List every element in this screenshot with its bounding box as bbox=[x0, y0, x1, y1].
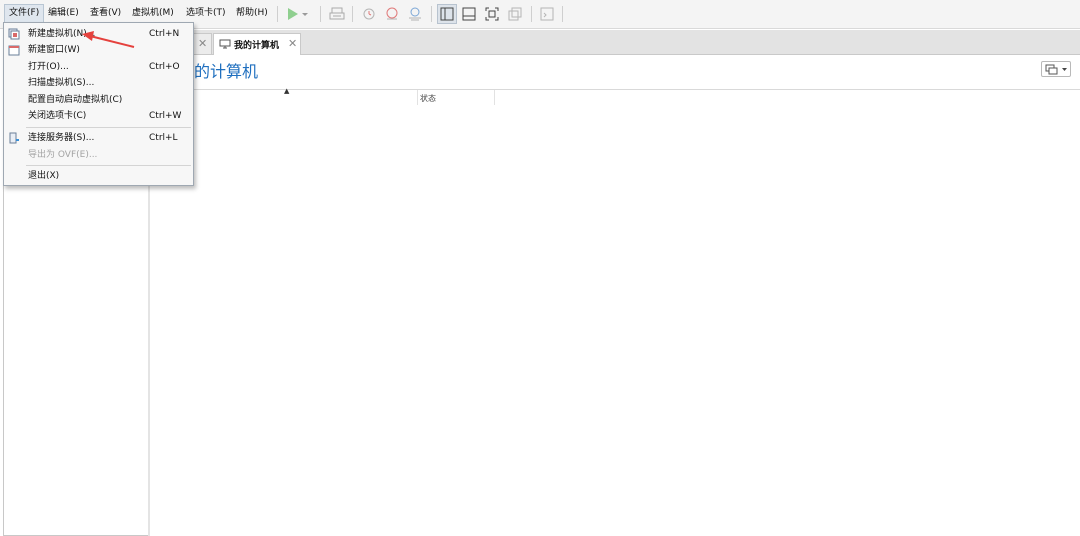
tab-label: 我的计算机 bbox=[234, 41, 280, 51]
tab-my-computer[interactable]: 我的计算机 ✕ bbox=[213, 33, 301, 55]
unity-icon[interactable] bbox=[506, 5, 524, 23]
toolbar-separator bbox=[531, 6, 532, 22]
menu-item-connect-server[interactable]: 连接服务器(S)... Ctrl+L bbox=[4, 130, 193, 146]
column-header-status[interactable]: 状态 bbox=[420, 93, 436, 104]
new-vm-icon bbox=[8, 28, 20, 40]
vmware-window: 文件(F) 编辑(E) 查看(V) 虚拟机(M) 选项卡(T) 帮助(H) ✕ … bbox=[0, 0, 1080, 536]
menu-view[interactable]: 查看(V) bbox=[86, 5, 125, 22]
send-keys-icon[interactable] bbox=[328, 5, 346, 23]
menu-item-new-vm[interactable]: 新建虚拟机(N)... Ctrl+N bbox=[4, 26, 193, 42]
library-view-icon[interactable] bbox=[437, 4, 457, 24]
menu-item-export-ovf: 导出为 OVF(E)... bbox=[28, 150, 98, 160]
menu-vm[interactable]: 虚拟机(M) bbox=[128, 5, 178, 22]
menu-item-autostart[interactable]: 配置自动启动虚拟机(C) bbox=[4, 92, 193, 108]
fullscreen-icon[interactable] bbox=[483, 5, 501, 23]
menu-item-scan-vm[interactable]: 扫描虚拟机(S)... bbox=[4, 75, 193, 91]
menu-item-new-window[interactable]: 新建窗口(W) bbox=[4, 42, 193, 58]
column-divider[interactable] bbox=[417, 90, 418, 105]
menu-tabs[interactable]: 选项卡(T) bbox=[182, 5, 230, 22]
toolbar-separator bbox=[352, 6, 353, 22]
column-divider[interactable] bbox=[494, 90, 495, 105]
sort-ascending-icon[interactable]: ▲ bbox=[284, 87, 289, 95]
snapshot-icon[interactable] bbox=[360, 5, 378, 23]
computer-icon bbox=[219, 38, 231, 50]
toolbar-separator bbox=[320, 6, 321, 22]
revert-snapshot-icon[interactable] bbox=[383, 5, 401, 23]
console-icon[interactable] bbox=[538, 5, 556, 23]
page-title: 的计算机 bbox=[194, 62, 259, 81]
new-window-icon bbox=[8, 44, 20, 56]
menu-item-open[interactable]: 打开(O)... Ctrl+O bbox=[4, 59, 193, 75]
menu-separator bbox=[26, 127, 191, 128]
thumbnail-bar-icon[interactable] bbox=[460, 5, 478, 23]
column-header-row: ▲ 状态 bbox=[150, 87, 1080, 105]
toolbar-separator bbox=[277, 6, 278, 22]
menu-file[interactable]: 文件(F) bbox=[4, 4, 45, 23]
snapshot-manager-icon[interactable] bbox=[406, 5, 424, 23]
close-icon[interactable]: ✕ bbox=[198, 37, 207, 50]
toolbar-separator bbox=[431, 6, 432, 22]
view-switch-button[interactable] bbox=[1041, 61, 1071, 77]
play-icon[interactable] bbox=[283, 5, 301, 23]
dropdown-arrow-icon[interactable] bbox=[300, 5, 310, 23]
menu-edit[interactable]: 编辑(E) bbox=[44, 5, 83, 22]
file-menu-dropdown: 新建虚拟机(N)... Ctrl+N 新建窗口(W) 打开(O)... Ctrl… bbox=[3, 22, 194, 186]
tab-strip: ✕ 我的计算机 ✕ bbox=[150, 30, 1080, 55]
menu-item-close-tab[interactable]: 关闭选项卡(C) Ctrl+W bbox=[4, 108, 193, 124]
close-icon[interactable]: ✕ bbox=[288, 37, 297, 50]
menu-item-exit[interactable]: 退出(X) bbox=[4, 168, 193, 184]
view-mode-icon bbox=[1045, 64, 1067, 75]
toolbar-separator bbox=[562, 6, 563, 22]
menu-help[interactable]: 帮助(H) bbox=[232, 5, 272, 22]
connect-server-icon bbox=[8, 132, 20, 144]
menu-separator bbox=[26, 165, 191, 166]
